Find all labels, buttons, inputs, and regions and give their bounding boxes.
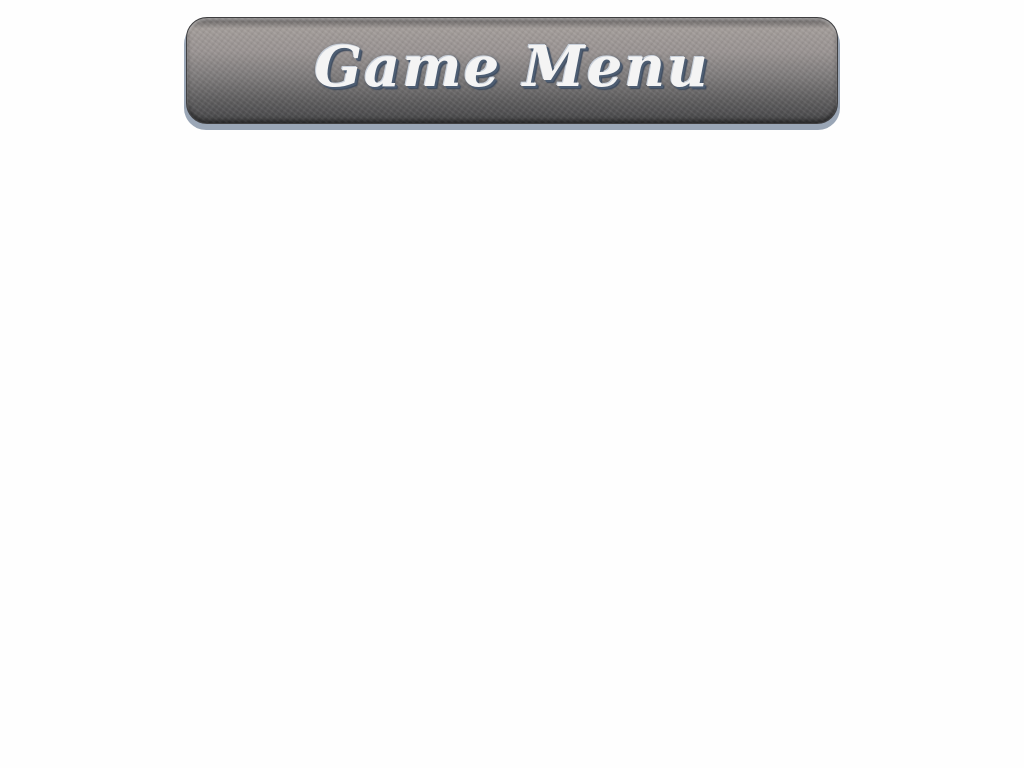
game-screen: Game Menu — [0, 0, 1024, 768]
menu-title: Game Menu — [314, 33, 710, 100]
menu-banner: Game Menu — [186, 17, 838, 124]
